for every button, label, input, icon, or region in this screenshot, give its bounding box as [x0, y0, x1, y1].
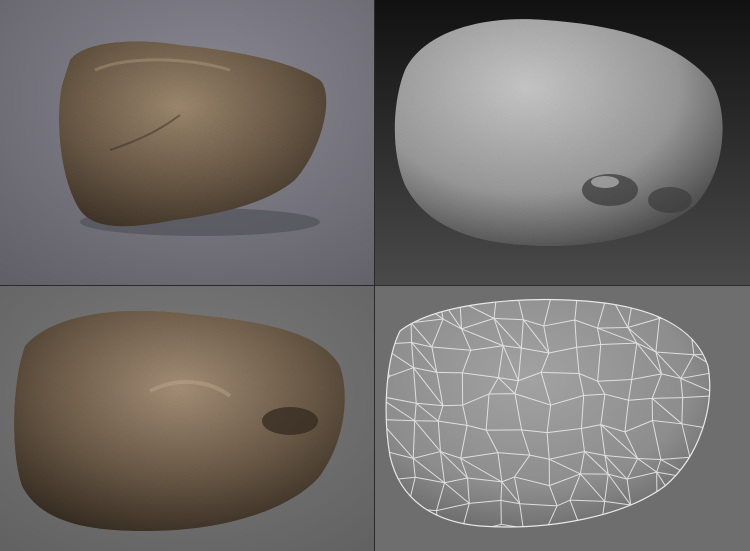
panel-divider-vertical	[374, 0, 375, 551]
textured-rock-panel	[0, 0, 374, 285]
wireframe-rock-image	[375, 286, 750, 551]
textured-lit-rock-image	[0, 286, 374, 551]
panel-divider-horizontal	[0, 285, 750, 286]
sculpt-rock-panel	[375, 0, 750, 285]
wire-edge	[410, 322, 413, 343]
wire-edge	[442, 404, 463, 407]
stone-dimple	[262, 407, 318, 435]
wireframe-rock-panel	[375, 286, 750, 551]
clay-dimple-highlight	[591, 176, 619, 188]
sculpt-rock-image	[375, 0, 750, 285]
textured-lit-rock-panel	[0, 286, 374, 551]
wire-edge	[436, 371, 463, 374]
rock-asset-comparison-grid	[0, 0, 750, 551]
textured-rock-image	[0, 0, 374, 285]
clay-dimple-right	[648, 187, 692, 213]
wire-edge	[597, 326, 628, 329]
